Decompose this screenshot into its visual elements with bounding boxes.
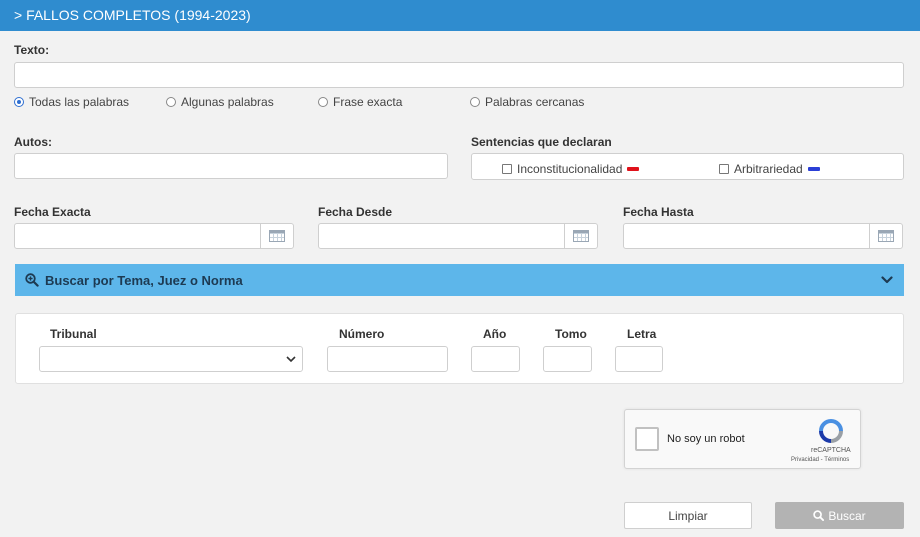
clear-button-label: Limpiar [668,508,708,523]
radio-frase-label: Frase exacta [333,95,403,109]
recaptcha-brand: reCAPTCHA [811,447,851,454]
tribunal-label: Tribunal [50,327,97,341]
chevron-down-icon [286,356,296,363]
numero-label: Número [339,327,385,341]
fecha-hasta-label: Fecha Hasta [623,205,694,219]
radio-cercanas-control[interactable] [470,97,480,107]
calendar-icon [573,230,589,242]
arbitrariedad-swatch [807,167,820,171]
autos-input[interactable] [14,153,448,179]
inconstitucionalidad-checkbox[interactable] [502,164,512,174]
letra-input[interactable] [615,346,663,372]
sentencias-box: Inconstitucionalidad Arbitrariedad [471,153,904,180]
radio-frase-control[interactable] [318,97,328,107]
radio-todas-control[interactable] [14,97,24,107]
inconstitucionalidad-option[interactable]: Inconstitucionalidad [502,162,640,176]
calendar-icon [878,230,894,242]
recaptcha-label: No soy un robot [667,433,745,445]
tribunal-select[interactable] [39,346,303,372]
chevron-down-icon [881,276,893,284]
numero-input[interactable] [327,346,448,372]
tomo-label: Tomo [555,327,587,341]
calendar-icon [269,230,285,242]
arbitrariedad-option[interactable]: Arbitrariedad [719,162,820,176]
tomo-input[interactable] [543,346,592,372]
fecha-desde-input[interactable] [318,223,565,249]
anio-label: Año [483,327,507,341]
radio-algunas-control[interactable] [166,97,176,107]
zoom-in-icon [25,273,39,287]
fecha-desde-calendar-button[interactable] [564,223,598,249]
letra-label: Letra [627,327,657,341]
recaptcha-checkbox[interactable] [635,427,659,451]
fecha-hasta-calendar-button[interactable] [869,223,903,249]
page-title: > FALLOS COMPLETOS (1994-2023) [14,7,251,23]
radio-cercanas[interactable]: Palabras cercanas [470,94,584,110]
autos-label: Autos: [14,135,52,149]
fecha-exacta-calendar-button[interactable] [260,223,294,249]
arbitrariedad-label: Arbitrariedad [734,162,803,176]
page-header: > FALLOS COMPLETOS (1994-2023) [0,0,920,31]
radio-todas[interactable]: Todas las palabras [14,94,129,110]
fecha-desde-label: Fecha Desde [318,205,393,219]
search-button[interactable]: Buscar [775,502,904,529]
inconstitucionalidad-swatch [627,167,640,171]
inconstitucionalidad-label: Inconstitucionalidad [517,162,623,176]
texto-label: Texto: [14,43,50,57]
clear-button[interactable]: Limpiar [624,502,752,529]
radio-algunas-label: Algunas palabras [181,95,274,109]
radio-todas-label: Todas las palabras [29,95,130,109]
radio-frase[interactable]: Frase exacta [318,94,402,110]
advanced-search-label: Buscar por Tema, Juez o Norma [45,272,243,288]
texto-input[interactable] [14,62,904,88]
recaptcha-widget: No soy un robot reCAPTCHA Privacidad - T… [624,409,861,469]
fecha-hasta-input[interactable] [623,223,870,249]
radio-algunas[interactable]: Algunas palabras [166,94,274,110]
fecha-exacta-label: Fecha Exacta [14,205,91,219]
advanced-search-toggle[interactable]: Buscar por Tema, Juez o Norma [15,264,904,296]
radio-cercanas-label: Palabras cercanas [485,95,585,109]
search-icon [813,510,825,521]
fecha-exacta-input[interactable] [14,223,261,249]
search-button-label: Buscar [828,508,866,523]
anio-input[interactable] [471,346,520,372]
recaptcha-logo-icon [819,419,843,443]
recaptcha-links[interactable]: Privacidad - Términos [791,457,849,463]
sentencias-label: Sentencias que declaran [471,135,612,149]
arbitrariedad-checkbox[interactable] [719,164,729,174]
